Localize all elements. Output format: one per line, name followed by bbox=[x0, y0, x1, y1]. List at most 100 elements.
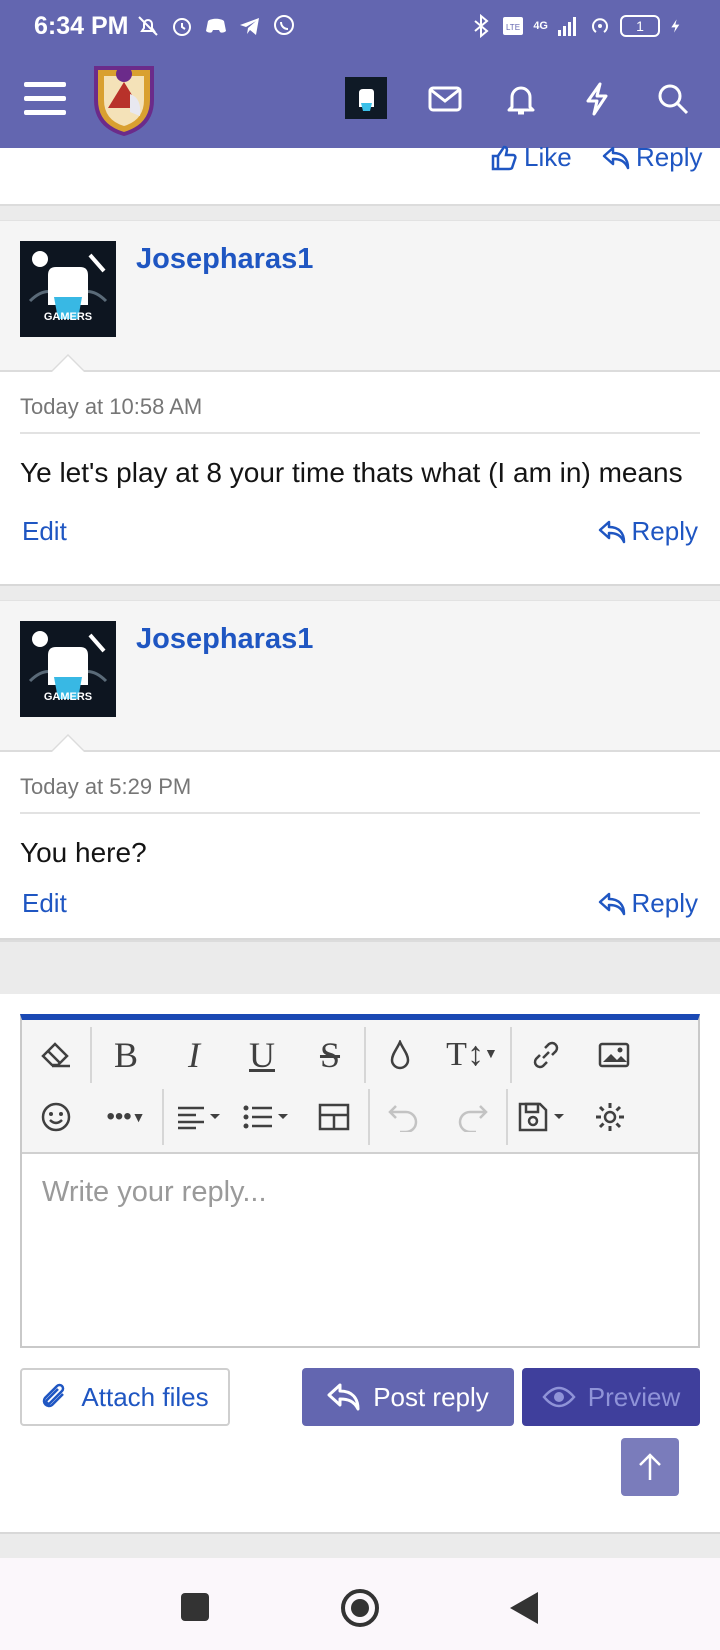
post-date[interactable]: Today at 5:29 PM bbox=[20, 752, 700, 814]
link-icon[interactable] bbox=[512, 1027, 580, 1083]
avatar-label: GAMERS bbox=[43, 311, 93, 323]
post-actions: Edit Reply bbox=[20, 874, 700, 938]
post: GAMERS Josepharas1 Today at 10:58 AM Ye … bbox=[0, 220, 720, 586]
bell-icon[interactable] bbox=[498, 76, 544, 122]
reply-textarea[interactable]: Write your reply... bbox=[22, 1154, 698, 1346]
like-button[interactable]: Like bbox=[490, 142, 572, 173]
reply-icon bbox=[598, 520, 625, 543]
discord-icon bbox=[206, 18, 226, 33]
toolbar-row: ••• ▼ bbox=[22, 1086, 698, 1148]
strikethrough-icon[interactable]: S bbox=[296, 1027, 364, 1083]
undo-icon[interactable] bbox=[370, 1089, 438, 1145]
avatar[interactable] bbox=[345, 77, 387, 119]
post-text: You here? bbox=[20, 837, 147, 868]
settings-icon[interactable] bbox=[576, 1089, 644, 1145]
pointer-arrow bbox=[50, 734, 86, 752]
battery-icon: 1 bbox=[620, 15, 660, 37]
preview-label: Preview bbox=[587, 1381, 681, 1412]
reply-button[interactable]: Reply bbox=[598, 888, 698, 919]
status-icons-right: LTE 4G 1 bbox=[469, 14, 684, 38]
preview-button[interactable]: Preview bbox=[522, 1368, 700, 1426]
attach-files-button[interactable]: Attach files bbox=[20, 1368, 230, 1426]
bolt-icon[interactable] bbox=[574, 76, 620, 122]
image-icon[interactable] bbox=[580, 1027, 648, 1083]
reply-button[interactable]: Reply bbox=[598, 516, 698, 547]
svg-text:LTE: LTE bbox=[506, 23, 520, 32]
recents-button[interactable] bbox=[181, 1593, 209, 1621]
site-logo[interactable] bbox=[90, 60, 158, 136]
thumbs-up-icon bbox=[491, 145, 517, 170]
network-type: 4G bbox=[533, 20, 548, 32]
post-user-header: GAMERS Josepharas1 bbox=[0, 600, 720, 752]
text-color-icon[interactable] bbox=[366, 1027, 434, 1083]
edit-button[interactable]: Edit bbox=[22, 516, 67, 547]
post-date[interactable]: Today at 10:58 AM bbox=[20, 372, 700, 434]
volte-icon: LTE bbox=[503, 17, 524, 35]
reply-icon bbox=[602, 146, 630, 169]
pointer-arrow bbox=[50, 354, 86, 372]
system-nav-bar bbox=[0, 1558, 720, 1650]
avatar-label: GAMERS bbox=[43, 691, 93, 703]
status-time: 6:34 PM bbox=[34, 12, 129, 40]
reply-icon bbox=[327, 1383, 360, 1411]
post-reply-button[interactable]: Post reply bbox=[302, 1368, 514, 1426]
table-icon[interactable] bbox=[300, 1089, 368, 1145]
user-avatar[interactable]: GAMERS bbox=[20, 241, 116, 337]
arrow-up-icon bbox=[639, 1453, 661, 1480]
viber-icon bbox=[274, 15, 294, 35]
bluetooth-icon bbox=[474, 14, 489, 38]
post-username[interactable]: Josepharas1 bbox=[136, 243, 313, 276]
more-icon[interactable]: ••• ▼ bbox=[90, 1089, 162, 1145]
reply-form: B I U S T↕ ▼ ••• ▼ Write your reply... bbox=[0, 994, 720, 1348]
section-divider bbox=[0, 940, 720, 994]
eraser-icon[interactable] bbox=[22, 1027, 90, 1083]
reply-label: Reply bbox=[631, 516, 698, 546]
charging-icon bbox=[671, 19, 680, 33]
reply-label: Reply bbox=[636, 142, 703, 172]
smiley-icon[interactable] bbox=[22, 1089, 90, 1145]
reply-button[interactable]: Reply bbox=[602, 142, 702, 173]
redo-icon[interactable] bbox=[438, 1089, 506, 1145]
post-separator bbox=[0, 586, 720, 600]
status-bar: 6:34 PM LTE 4G 1 bbox=[0, 0, 720, 52]
scroll-to-top-button[interactable] bbox=[621, 1438, 679, 1496]
user-avatar[interactable]: GAMERS bbox=[20, 621, 116, 717]
hotspot-icon bbox=[592, 18, 608, 33]
drafts-icon[interactable] bbox=[508, 1089, 576, 1145]
toolbar-row: B I U S T↕ ▼ bbox=[22, 1024, 698, 1086]
post-actions: Edit Reply bbox=[20, 494, 700, 584]
align-icon[interactable] bbox=[164, 1089, 232, 1145]
status-icons-left bbox=[136, 14, 296, 38]
page-bottom-band bbox=[0, 1532, 720, 1558]
hamburger-icon[interactable] bbox=[24, 82, 66, 118]
bold-icon[interactable]: B bbox=[92, 1027, 160, 1083]
search-icon[interactable] bbox=[650, 76, 696, 122]
post-body: Today at 5:29 PM You here? Edit Reply bbox=[0, 752, 720, 938]
battery-level: 1 bbox=[636, 18, 644, 34]
form-buttons: Attach files Post reply Preview bbox=[0, 1348, 720, 1446]
eye-icon bbox=[542, 1386, 576, 1408]
underline-icon[interactable]: U bbox=[228, 1027, 296, 1083]
post-separator bbox=[0, 206, 720, 220]
alarm-icon bbox=[173, 18, 191, 36]
paperclip-icon bbox=[43, 1383, 65, 1408]
post-username[interactable]: Josepharas1 bbox=[136, 623, 313, 656]
like-label: Like bbox=[524, 142, 572, 172]
post-reply-label: Post reply bbox=[373, 1381, 489, 1412]
italic-icon[interactable]: I bbox=[160, 1027, 228, 1083]
list-icon[interactable] bbox=[232, 1089, 300, 1145]
thread-content: Like Reply GAMERS Josepharas1 Today at 1… bbox=[0, 142, 720, 1446]
home-button[interactable] bbox=[340, 1588, 380, 1628]
attach-label: Attach files bbox=[81, 1381, 209, 1412]
back-button[interactable] bbox=[508, 1590, 540, 1626]
previous-post-actions: Like Reply bbox=[0, 142, 720, 206]
post-user-header: GAMERS Josepharas1 bbox=[0, 220, 720, 372]
post-text: Ye let's play at 8 your time thats what … bbox=[20, 457, 683, 488]
signal-icon bbox=[558, 17, 576, 36]
reply-label: Reply bbox=[631, 888, 698, 918]
rich-text-editor: B I U S T↕ ▼ ••• ▼ Write your reply... bbox=[20, 1014, 700, 1348]
telegram-icon bbox=[240, 18, 259, 35]
edit-button[interactable]: Edit bbox=[22, 888, 67, 919]
font-size-icon[interactable]: T↕ ▼ bbox=[434, 1027, 510, 1083]
mail-icon[interactable] bbox=[422, 76, 468, 122]
